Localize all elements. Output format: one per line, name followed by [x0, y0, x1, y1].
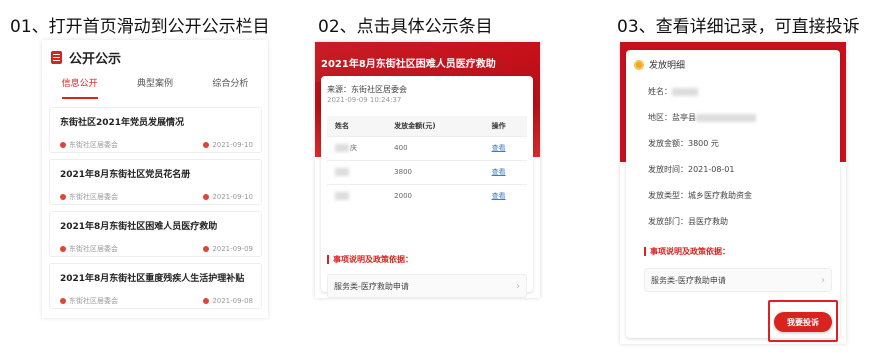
field-name: 姓名：: [648, 86, 699, 97]
field-amount: 发放金额：3800 元: [648, 139, 719, 148]
cell-name: [327, 159, 387, 184]
field-dept: 发放部门：县医疗救助: [648, 217, 728, 226]
tab-analysis[interactable]: 综合分析: [212, 76, 248, 94]
cell-amount: 2000: [386, 183, 484, 208]
tab-bar: 信息公开 典型案例 综合分析: [42, 76, 268, 99]
card-header: 发放明细: [634, 58, 685, 71]
field-region: 地区：盐亭县: [648, 112, 757, 123]
news-title: 2021年8月东街社区重度残疾人生活护理补贴: [60, 274, 245, 284]
list-item[interactable]: 2021年8月东街社区重度残疾人生活护理补贴 东街社区居委会 2021-09-0…: [49, 263, 262, 309]
clock-icon: [203, 298, 210, 304]
field-type: 发放类型：城乡医疗救助资金: [648, 191, 752, 200]
list-item[interactable]: 东街社区2021年党员发展情况 东街社区居委会 2021-09-10: [49, 107, 262, 153]
card-title: 发放明细: [649, 61, 686, 71]
cell-name: [327, 183, 387, 208]
news-source: 东街社区居委会: [69, 193, 118, 201]
notice-detail-panel: 2021年8月东街社区困难人员医疗救助 来源：东街社区居委会 2021-09-0…: [315, 42, 540, 298]
news-date: 2021-09-09: [212, 245, 253, 253]
payment-detail-panel: 发放明细 姓名： 地区：盐亭县 发放金额：3800 元 发放时间：2021-08…: [620, 42, 846, 344]
org-icon: [60, 298, 66, 304]
step-3-title: 03、查看详细记录，可直接投诉: [617, 17, 860, 37]
news-list: 东街社区2021年党员发展情况 东街社区居委会 2021-09-10 2021年…: [49, 107, 262, 315]
clock-icon: [203, 194, 210, 200]
policy-link[interactable]: 服务类-医疗救助申请 ›: [644, 268, 832, 292]
policy-section-title: 事项说明及政策依据：: [327, 254, 413, 265]
policy-link-label: 服务类-医疗救助申请: [334, 281, 409, 291]
complain-button[interactable]: 我要投诉: [774, 312, 832, 332]
news-source: 东街社区居委会: [69, 141, 118, 149]
tab-info-public[interactable]: 信息公开: [61, 76, 98, 99]
notice-source: 来源：东街社区居委会: [327, 85, 407, 94]
public-notice-panel: 公开公示 信息公开 典型案例 综合分析 东街社区2021年党员发展情况 东街社区…: [42, 40, 268, 318]
field-time: 发放时间：2021-08-01: [648, 165, 735, 174]
payment-table: 姓名 发放金额(元) 操作 庆 400 查看 3800 查看 2000 查看: [327, 116, 527, 208]
policy-link-label: 服务类-医疗救助申请: [651, 275, 726, 285]
detail-card: 发放明细 姓名： 地区：盐亭县 发放金额：3800 元 发放时间：2021-08…: [626, 50, 840, 342]
list-item[interactable]: 2021年8月东街社区困难人员医疗救助 东街社区居委会 2021-09-09: [49, 211, 262, 257]
org-icon: [60, 246, 66, 252]
policy-link[interactable]: 服务类-医疗救助申请 ›: [327, 274, 527, 298]
redacted-mask: [696, 113, 756, 122]
col-op: 操作: [483, 116, 527, 136]
redacted-mask: [335, 144, 349, 152]
tab-typical-cases[interactable]: 典型案例: [137, 76, 173, 94]
news-date: 2021-09-10: [212, 141, 253, 149]
redacted-mask: [672, 87, 698, 96]
redacted-mask: [335, 192, 349, 201]
step-2-title: 02、点击具体公示条目: [318, 17, 493, 37]
notice-datetime: 2021-09-09 10:24:37: [327, 96, 402, 104]
panel-title: 公开公示: [69, 52, 122, 67]
notice-title: 2021年8月东街社区困难人员医疗救助: [321, 59, 496, 70]
table-header-row: 姓名 发放金额(元) 操作: [327, 116, 527, 136]
panel-header: 公开公示: [51, 48, 121, 67]
news-date: 2021-09-08: [212, 297, 253, 305]
detail-card: 来源：东街社区居委会 2021-09-09 10:24:37 姓名 发放金额(元…: [321, 76, 533, 298]
coin-icon: [634, 59, 644, 70]
redacted-mask: [335, 168, 349, 176]
col-amount: 发放金额(元): [386, 116, 484, 136]
chevron-right-icon: ›: [821, 274, 825, 286]
chevron-right-icon: ›: [516, 280, 520, 292]
view-link[interactable]: 查看: [483, 183, 527, 208]
news-date: 2021-09-10: [212, 193, 253, 201]
step-1-title: 01、打开首页滑动到公开公示栏目: [10, 17, 270, 37]
table-row: 3800 查看: [327, 159, 527, 184]
document-icon: [51, 51, 62, 64]
table-row: 2000 查看: [327, 183, 527, 208]
news-source: 东街社区居委会: [69, 245, 118, 253]
list-item[interactable]: 2021年8月东街社区党员花名册 东街社区居委会 2021-09-10: [49, 159, 262, 205]
news-title: 东街社区2021年党员发展情况: [60, 118, 185, 128]
news-title: 2021年8月东街社区党员花名册: [60, 170, 191, 180]
cell-amount: 3800: [386, 159, 484, 184]
col-name: 姓名: [327, 116, 387, 136]
view-link[interactable]: 查看: [483, 159, 527, 184]
view-link[interactable]: 查看: [483, 135, 527, 160]
org-icon: [60, 194, 66, 200]
table-row: 庆 400 查看: [327, 135, 527, 160]
org-icon: [60, 142, 66, 148]
cell-name: 庆: [327, 135, 387, 160]
news-source: 东街社区居委会: [69, 297, 118, 305]
clock-icon: [203, 142, 210, 148]
policy-section-title: 事项说明及政策依据：: [644, 246, 730, 257]
news-title: 2021年8月东街社区困难人员医疗救助: [60, 222, 218, 232]
clock-icon: [203, 246, 210, 252]
cell-amount: 400: [386, 135, 484, 160]
